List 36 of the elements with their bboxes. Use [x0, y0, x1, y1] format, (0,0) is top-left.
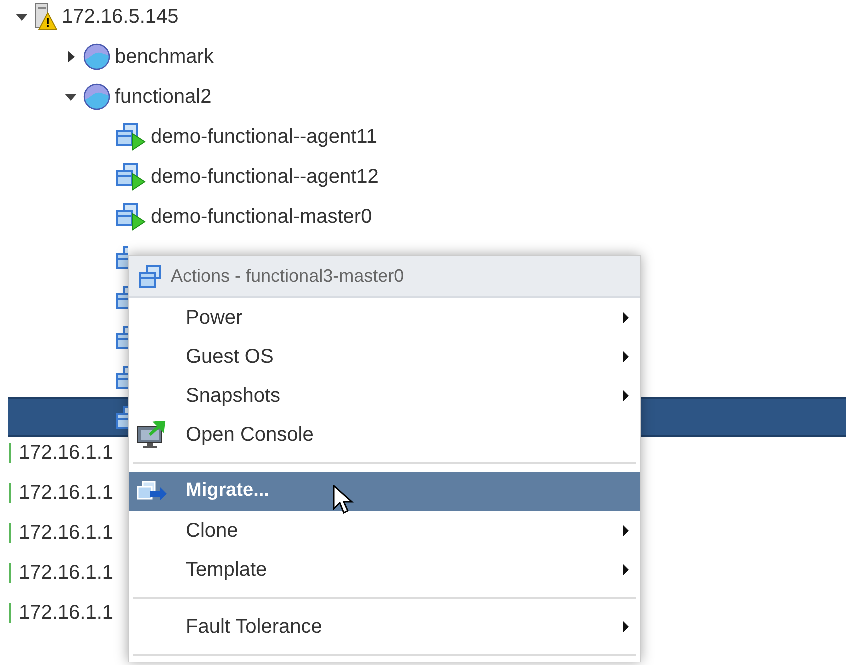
menu-title: Actions - functional3-master0: [171, 264, 404, 288]
monitor-icon: [136, 420, 168, 448]
host-label[interactable]: 172.16.1.1: [19, 558, 114, 588]
host-label[interactable]: 172.16.1.1: [19, 598, 114, 628]
submenu-arrow-icon: [622, 350, 630, 364]
menu-item[interactable]: Power: [129, 298, 640, 337]
tree-item-label[interactable]: demo-functional--agent11: [151, 122, 378, 152]
host-label[interactable]: 172.16.1.1: [19, 478, 114, 508]
host-label[interactable]: 172.16.1.1: [19, 438, 114, 468]
menu-item[interactable]: Open Console: [129, 415, 640, 454]
menu-item[interactable]: Snapshots: [129, 376, 640, 415]
menu-item[interactable]: Migrate...: [129, 472, 640, 511]
expand-arrow-icon[interactable]: [66, 50, 76, 64]
submenu-arrow-icon: [622, 388, 630, 402]
tree-item-label[interactable]: demo-functional-master0: [151, 202, 372, 232]
submenu-arrow-icon: [622, 524, 630, 538]
server-warning-icon: [34, 3, 58, 31]
menu-item[interactable]: Template: [129, 550, 640, 589]
tree-item-label[interactable]: benchmark: [115, 42, 214, 72]
migrate-icon: [136, 480, 168, 504]
tree-item-label[interactable]: demo-functional--agent12: [151, 162, 379, 192]
collapse-arrow-icon[interactable]: [64, 92, 78, 102]
vm-icon: [138, 264, 161, 288]
menu-item[interactable]: Fault Tolerance: [129, 607, 640, 646]
collapse-arrow-icon[interactable]: [15, 12, 29, 22]
menu-item[interactable]: Guest OS: [129, 337, 640, 376]
submenu-arrow-icon: [622, 562, 630, 576]
resource-pool-icon: [83, 83, 111, 111]
tree-item-label[interactable]: functional2: [115, 82, 212, 112]
tree-item-label[interactable]: 172.16.5.145: [62, 2, 179, 32]
host-label[interactable]: 172.16.1.1: [19, 518, 114, 548]
menu-item[interactable]: Clone: [129, 511, 640, 550]
resource-pool-icon: [83, 43, 111, 71]
submenu-arrow-icon: [622, 620, 630, 634]
submenu-arrow-icon: [622, 310, 630, 324]
cursor-icon: [333, 485, 355, 517]
